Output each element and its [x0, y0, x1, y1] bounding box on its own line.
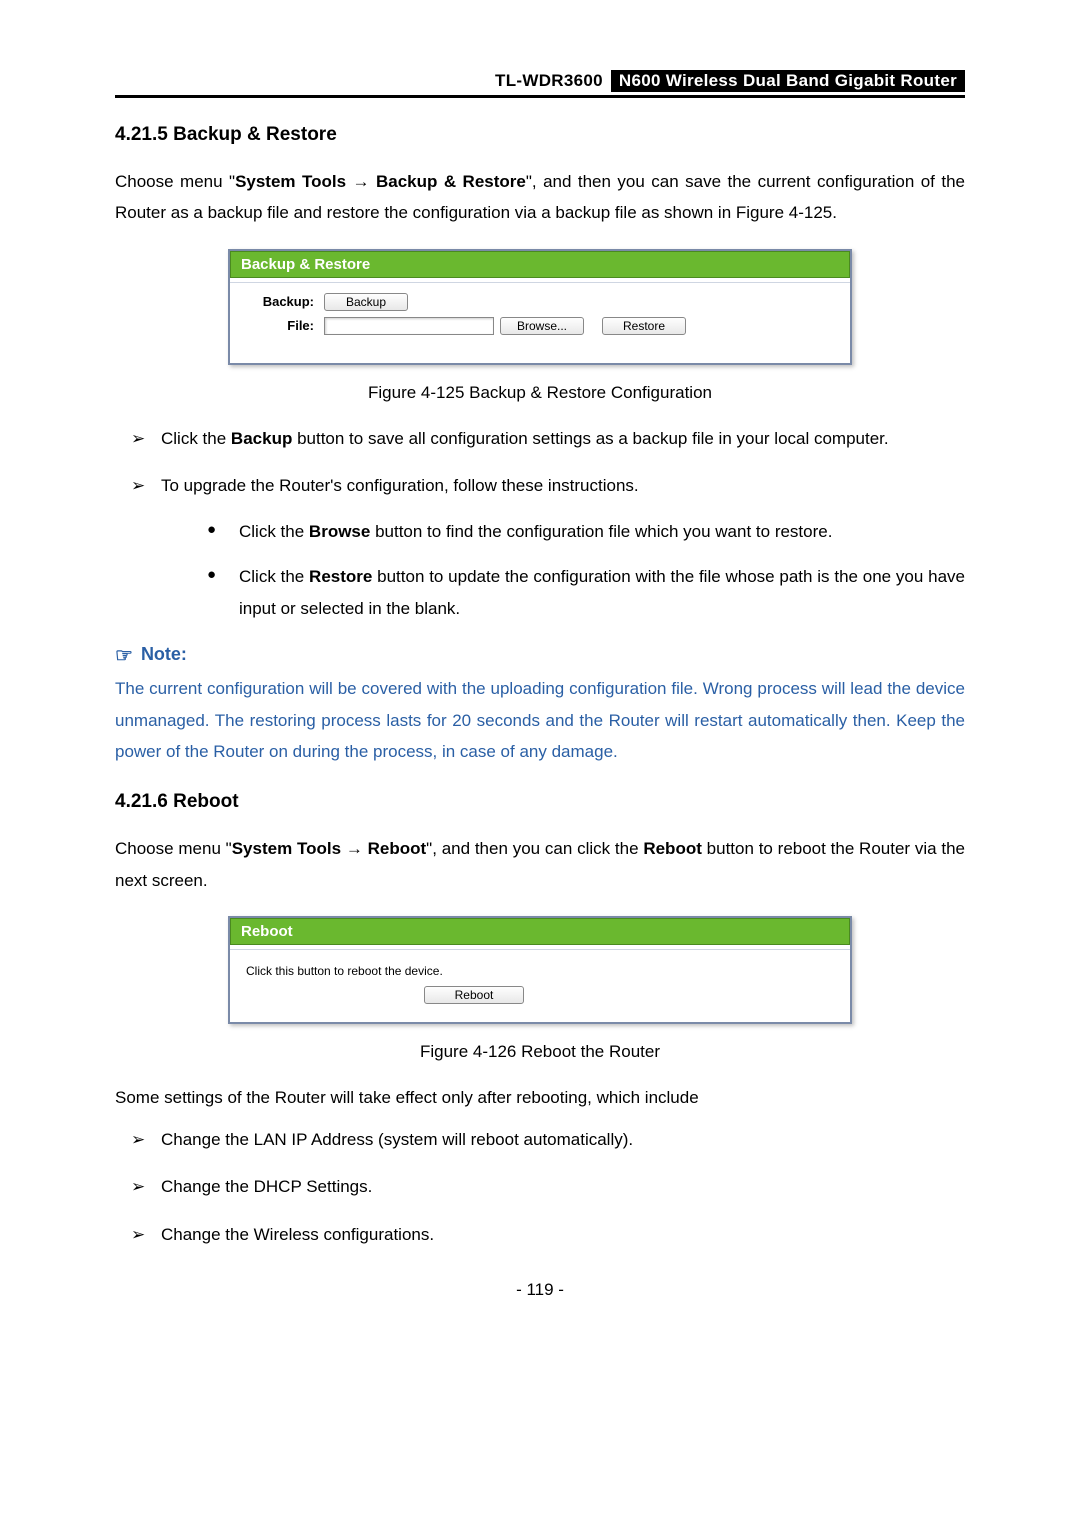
reboot-hint: Click this button to reboot the device.: [246, 964, 836, 978]
backup-button[interactable]: Backup: [324, 293, 408, 311]
text: button to find the configuration file wh…: [370, 522, 832, 541]
section-heading-backup-restore: 4.21.5 Backup & Restore: [115, 124, 965, 146]
list-item: Change the Wireless configurations.: [161, 1219, 965, 1250]
header-row: TL-WDR3600 N600 Wireless Dual Band Gigab…: [115, 70, 965, 92]
bold: Reboot: [643, 839, 702, 858]
backup-row: Backup: Backup: [244, 293, 836, 311]
note-body: The current configuration will be covere…: [115, 673, 965, 767]
section1-intro: Choose menu "System Tools → Backup & Res…: [115, 166, 965, 229]
bold: System Tools → Reboot: [232, 839, 426, 858]
instruction-list-1: Click the Backup button to save all conf…: [115, 423, 965, 624]
restore-button[interactable]: Restore: [602, 317, 686, 335]
text: Click the: [161, 429, 231, 448]
intro-bold: System Tools → Backup & Restore: [235, 172, 526, 191]
panel-body: Backup: Backup File: Browse... Restore: [230, 282, 850, 363]
bold: Backup: [231, 429, 292, 448]
text: button to save all configuration setting…: [292, 429, 888, 448]
reboot-btn-row: Reboot: [244, 986, 836, 1004]
intro-text-a: Choose menu ": [115, 172, 235, 191]
figure-caption-126: Figure 4-126 Reboot the Router: [115, 1042, 965, 1062]
file-input[interactable]: [324, 317, 494, 335]
reboot-panel: Reboot Click this button to reboot the d…: [228, 916, 852, 1024]
header-divider: [115, 95, 965, 98]
list-item: Click the Backup button to save all conf…: [161, 423, 965, 454]
panel-title: Backup & Restore: [230, 251, 850, 278]
section-heading-reboot: 4.21.6 Reboot: [115, 791, 965, 813]
text: To upgrade the Router's configuration, f…: [161, 476, 639, 495]
panel-title: Reboot: [230, 918, 850, 945]
list-item: Click the Restore button to update the c…: [239, 561, 965, 624]
backup-restore-panel: Backup & Restore Backup: Backup File: Br…: [228, 249, 852, 365]
file-label: File:: [244, 318, 314, 333]
reboot-button[interactable]: Reboot: [424, 986, 524, 1004]
text: Choose menu ": [115, 839, 232, 858]
list-item: Change the DHCP Settings.: [161, 1171, 965, 1202]
bold: Browse: [309, 522, 370, 541]
text: ", and then you can click the: [426, 839, 643, 858]
text: Click the: [239, 567, 309, 586]
page: TL-WDR3600 N600 Wireless Dual Band Gigab…: [0, 0, 1080, 1360]
list-item: To upgrade the Router's configuration, f…: [161, 470, 965, 624]
sub-list: Click the Browse button to find the conf…: [161, 516, 965, 624]
list-item: Change the LAN IP Address (system will r…: [161, 1124, 965, 1155]
instruction-list-2: Change the LAN IP Address (system will r…: [115, 1124, 965, 1250]
header-product: N600 Wireless Dual Band Gigabit Router: [611, 70, 965, 92]
note-header: ☞ Note:: [115, 642, 965, 667]
note-label: Note:: [141, 644, 187, 665]
section2-intro: Choose menu "System Tools → Reboot", and…: [115, 833, 965, 896]
hand-point-icon: ☞: [115, 643, 133, 668]
list-item: Click the Browse button to find the conf…: [239, 516, 965, 547]
list2-intro: Some settings of the Router will take ef…: [115, 1082, 965, 1113]
bold: Restore: [309, 567, 372, 586]
header-model: TL-WDR3600: [487, 70, 611, 92]
backup-label: Backup:: [244, 294, 314, 309]
figure-caption-125: Figure 4-125 Backup & Restore Configurat…: [115, 383, 965, 403]
panel-body: Click this button to reboot the device. …: [230, 949, 850, 1022]
file-row: File: Browse... Restore: [244, 317, 836, 335]
browse-button[interactable]: Browse...: [500, 317, 584, 335]
text: Click the: [239, 522, 309, 541]
page-number: - 119 -: [115, 1280, 965, 1300]
